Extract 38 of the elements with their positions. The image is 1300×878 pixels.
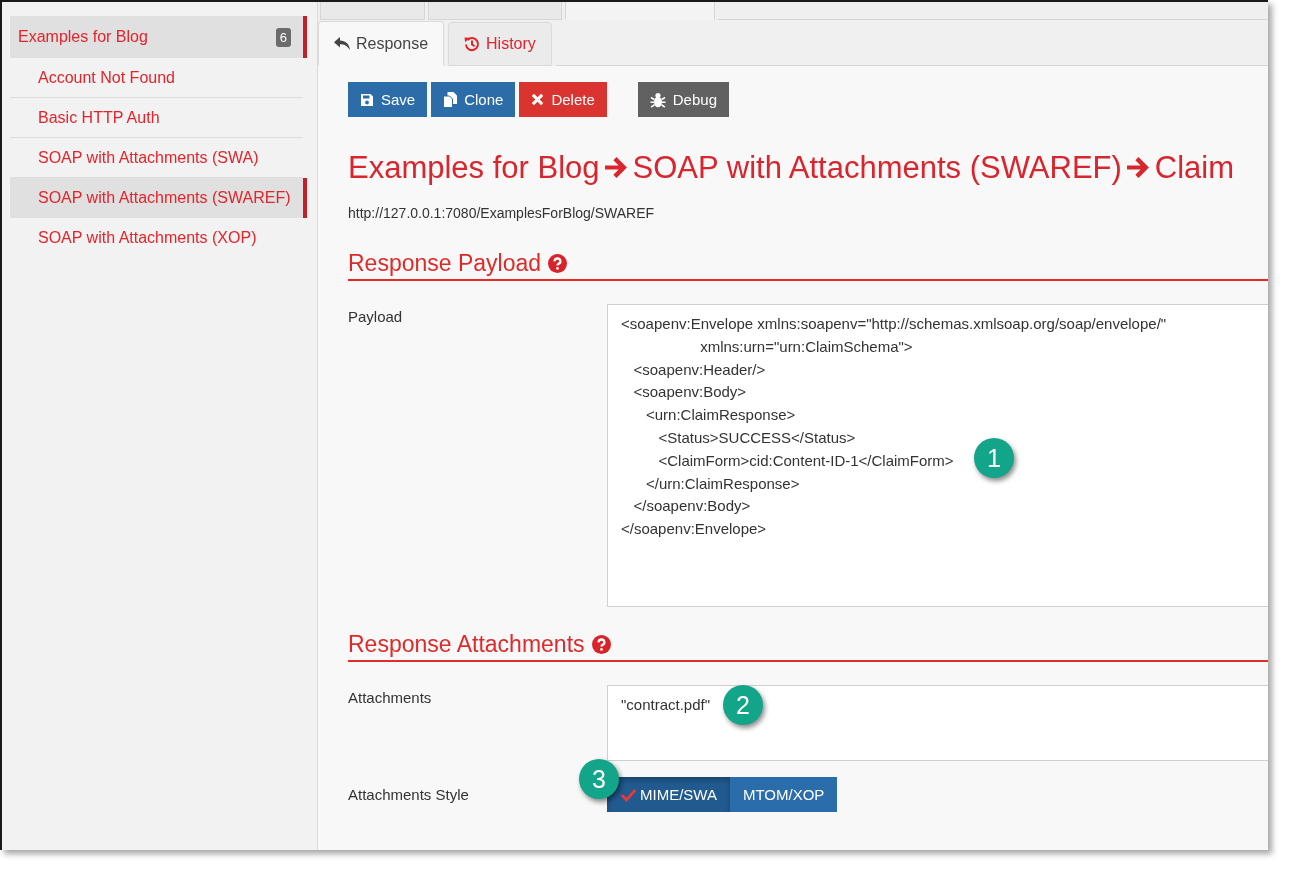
toolbar-button[interactable]: Delete: [519, 82, 607, 117]
breadcrumb-item: SOAP with Attachments (SWAREF): [632, 149, 1122, 186]
sidebar-item[interactable]: Examples for Blog 6: [10, 16, 307, 58]
breadcrumb-item: Examples for Blog: [348, 149, 600, 186]
step-number-badge: 3: [579, 759, 619, 799]
right-arrow-icon: [603, 155, 629, 180]
sidebar-item[interactable]: Account Not Found: [10, 58, 307, 98]
toolbar-button[interactable]: Save: [348, 82, 428, 117]
right-arrow-icon: [1125, 155, 1151, 180]
tab[interactable]: [428, 2, 562, 20]
section-title: Response Attachments: [348, 630, 585, 658]
reply-arrow-icon: [334, 37, 350, 50]
sidebar-item[interactable]: SOAP with Attachments (XOP): [10, 218, 307, 258]
tab[interactable]: [565, 2, 715, 20]
toggle-button[interactable]: MTOM/XOP: [729, 777, 838, 812]
toolbar-button[interactable]: Debug: [637, 82, 729, 117]
sidebar-item[interactable]: Basic HTTP Auth: [10, 98, 307, 138]
field-label: Payload: [348, 308, 403, 325]
toggle-button[interactable]: MIME/SWA: [607, 777, 730, 812]
field-label: Attachments Style: [348, 785, 469, 803]
sidebar-item[interactable]: SOAP with Attachments (SWA): [10, 138, 307, 178]
toolbar-button[interactable]: Clone: [431, 82, 516, 117]
section-title: Response Payload: [348, 249, 542, 277]
tab[interactable]: [320, 2, 425, 20]
history-clock-icon: [464, 36, 481, 52]
bug-icon: [649, 91, 666, 108]
check-icon: [620, 787, 637, 802]
tab[interactable]: History: [448, 22, 552, 66]
copy-pages-icon: [443, 91, 458, 108]
help-icon[interactable]: [591, 634, 611, 654]
breadcrumb-item: Claim: [1154, 149, 1235, 186]
help-icon[interactable]: [548, 253, 568, 273]
tab[interactable]: Response: [318, 21, 445, 66]
sidebar-item[interactable]: SOAP with Attachments (SWAREF): [10, 178, 307, 218]
endpoint-url: http://127.0.0.1:7080/ExamplesForBlog/SWAREF: [348, 205, 655, 221]
field-label: Attachments: [348, 689, 432, 706]
count-badge: 6: [275, 27, 291, 47]
close-icon: [531, 93, 545, 106]
